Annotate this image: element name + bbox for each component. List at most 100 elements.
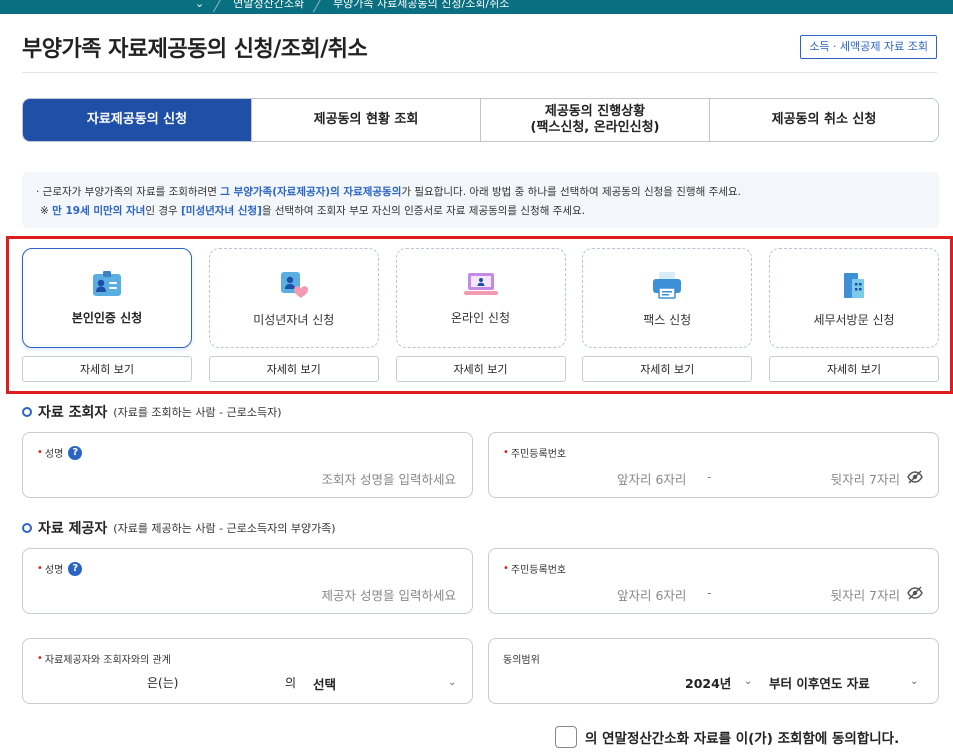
scope-field[interactable]: 동의범위 2024년 ⌄ 부터 이후연도 자료 ⌄ (488, 638, 939, 704)
field-label-text: 동의범위 (503, 655, 540, 666)
eye-off-icon[interactable] (907, 586, 923, 600)
help-icon[interactable]: ? (68, 561, 83, 576)
section-bullet-icon (22, 407, 32, 417)
method-card-fax[interactable]: 팩스 신청 (582, 248, 753, 348)
field-label: • 자료제공자와 조회자와의 관계 (37, 651, 171, 666)
ssn-back-input[interactable]: 뒷자리 7자리 (831, 469, 900, 488)
detail-button[interactable]: 자세히 보기 (22, 356, 192, 382)
tab-consent-request[interactable]: 자료제공동의 신청 (23, 99, 252, 141)
tab-consent-cancel[interactable]: 제공동의 취소 신청 (710, 99, 938, 141)
id-card-icon (93, 271, 121, 296)
notice-highlight: 그 부양가족(자료제공자)의 자료제공동의 (220, 186, 402, 198)
required-marker: • (503, 447, 509, 458)
field-label: • 주민등록번호 (503, 561, 566, 576)
consent-checkbox[interactable] (555, 726, 577, 748)
method-card-self-auth[interactable]: 본인인증 신청 (22, 248, 192, 348)
required-marker: • (37, 563, 43, 574)
breadcrumb-item[interactable]: 부양가족 자료제공동의 신청/조회/취소 (333, 0, 509, 11)
section-bullet-icon (22, 523, 32, 533)
chevron-down-icon[interactable]: ⌄ (910, 676, 918, 687)
consent-row: 의 연말정산간소화 자료를 이(가) 조회함에 동의합니다. (555, 726, 899, 748)
viewer-name-field[interactable]: • 성명 ? 조회자 성명을 입력하세요 (22, 432, 473, 498)
child-heart-icon (280, 272, 308, 298)
notice-highlight: [미성년자녀 신청] (181, 205, 262, 217)
field-label-text: 자료제공자와 조회자와의 관계 (44, 655, 171, 666)
field-label-text: 주민등록번호 (510, 565, 567, 576)
field-label: • 주민등록번호 (503, 445, 566, 460)
method-label: 팩스 신청 (643, 313, 692, 327)
consent-text: 의 연말정산간소화 자료를 이(가) 조회함에 동의합니다. (585, 731, 900, 747)
field-label-text: 주민등록번호 (510, 449, 567, 460)
breadcrumb-separator (213, 0, 225, 12)
ssn-dash: - (707, 585, 712, 600)
section-subtitle: (자료를 제공하는 사람 - 근로소득자의 부양가족) (113, 522, 336, 535)
chevron-down-icon[interactable]: ⌄ (195, 0, 204, 10)
breadcrumb-item[interactable]: 연말정산간소화 (233, 0, 304, 11)
building-icon (844, 273, 864, 298)
field-label: • 성명 ? (37, 445, 83, 460)
ssn-front-input[interactable]: 앞자리 6자리 (617, 585, 686, 604)
method-label: 본인인증 신청 (71, 311, 143, 325)
tab-label-line: (팩스신청, 온라인신청) (530, 120, 660, 135)
relation-text: 은(는) (147, 676, 179, 690)
required-marker: • (37, 447, 43, 458)
notice-text: 을 선택하여 조회자 부모 자신의 인증서로 자료 제공동의를 신청해 주세요. (261, 205, 586, 217)
top-nav-bar: ⌄ 연말정산간소화 부양가족 자료제공동의 신청/조회/취소 (0, 0, 953, 14)
viewer-ssn-field[interactable]: • 주민등록번호 앞자리 6자리 - 뒷자리 7자리 (488, 432, 939, 498)
section-subtitle: (자료를 조회하는 사람 - 근로소득자) (113, 406, 282, 419)
viewer-section-title: 자료 조회자 (자료를 조회하는 사람 - 근로소득자) (22, 402, 282, 422)
detail-button[interactable]: 자세히 보기 (208, 356, 379, 382)
relation-select[interactable]: 선택 (313, 674, 458, 693)
field-label-text: 성명 (44, 565, 64, 576)
chevron-down-icon[interactable]: ⌄ (744, 676, 752, 687)
viewer-name-input[interactable]: 조회자 성명을 입력하세요 (322, 469, 456, 488)
chevron-down-icon[interactable]: ⌄ (448, 677, 456, 688)
notice-text: · 근로자가 부양가족의 자료를 조회하려면 (36, 186, 221, 198)
tab-consent-status[interactable]: 제공동의 현황 조회 (252, 99, 481, 141)
tab-consent-progress[interactable]: 제공동의 진행상황 (팩스신청, 온라인신청) (481, 99, 710, 141)
page-title: 부양가족 자료제공동의 신청/조회/취소 (22, 37, 368, 62)
provider-ssn-field[interactable]: • 주민등록번호 앞자리 6자리 - 뒷자리 7자리 (488, 548, 939, 614)
relation-select-value: 선택 (313, 677, 337, 692)
notice-line: · 근로자가 부양가족의 자료를 조회하려면 그 부양가족(자료제공자)의 자료… (36, 183, 925, 202)
income-deduction-lookup-button[interactable]: 소득 · 세액공제 자료 조회 (800, 35, 937, 59)
provider-name-field[interactable]: • 성명 ? 제공자 성명을 입력하세요 (22, 548, 473, 614)
detail-button[interactable]: 자세히 보기 (769, 356, 939, 382)
detail-button[interactable]: 자세히 보기 (582, 356, 753, 382)
help-icon[interactable]: ? (68, 445, 83, 460)
section-title: 자료 제공자 (38, 521, 108, 537)
field-label-text: 성명 (44, 449, 64, 460)
year-select[interactable]: 2024년 (685, 673, 731, 692)
method-card-online[interactable]: 온라인 신청 (395, 248, 566, 348)
notice-text: 인 경우 (145, 205, 181, 217)
tab-label-line: 제공동의 진행상황 (544, 104, 646, 119)
method-card-tax-office[interactable]: 세무서방문 신청 (769, 248, 939, 348)
eye-off-icon[interactable] (907, 470, 923, 484)
field-label: • 성명 ? (37, 561, 83, 576)
tab-bar: 자료제공동의 신청 제공동의 현황 조회 제공동의 진행상황 (팩스신청, 온라… (22, 98, 939, 142)
notice-text: ※ (40, 205, 53, 217)
provider-name-input[interactable]: 제공자 성명을 입력하세요 (322, 585, 456, 604)
scope-select-value: 부터 이후연도 자료 (769, 676, 870, 691)
relation-field[interactable]: • 자료제공자와 조회자와의 관계 은(는) 의 선택 ⌄ (22, 638, 473, 704)
scope-select[interactable]: 부터 이후연도 자료 (769, 673, 870, 692)
year-select-value: 2024년 (685, 676, 732, 691)
method-card-minor-child[interactable]: 미성년자녀 신청 (208, 248, 379, 348)
required-marker: • (503, 563, 509, 574)
method-label: 온라인 신청 (450, 311, 510, 325)
breadcrumb: ⌄ 연말정산간소화 부양가족 자료제공동의 신청/조회/취소 (195, 0, 523, 12)
notice-highlight: 만 19세 미만의 자녀 (52, 205, 146, 217)
ssn-front-input[interactable]: 앞자리 6자리 (617, 469, 686, 488)
laptop-icon (463, 273, 498, 295)
title-divider (22, 72, 937, 73)
provider-section-title: 자료 제공자 (자료를 제공하는 사람 - 근로소득자의 부양가족) (22, 518, 336, 538)
notice-line: ※ 만 19세 미만의 자녀인 경우 [미성년자녀 신청]을 선택하여 조회자 … (36, 202, 925, 221)
fax-icon (653, 272, 682, 299)
detail-button[interactable]: 자세히 보기 (395, 356, 566, 382)
notice-box: · 근로자가 부양가족의 자료를 조회하려면 그 부양가족(자료제공자)의 자료… (22, 172, 939, 228)
required-marker: • (37, 653, 43, 664)
notice-text: 가 필요합니다. 아래 방법 중 하나를 선택하여 제공동의 신청을 진행해 주… (401, 186, 741, 198)
method-cards: 본인인증 신청 자세히 보기 미성년자녀 신청 자세히 보기 온라인 신청 자세… (22, 248, 939, 382)
method-label: 미성년자녀 신청 (253, 313, 335, 327)
ssn-back-input[interactable]: 뒷자리 7자리 (831, 585, 900, 604)
